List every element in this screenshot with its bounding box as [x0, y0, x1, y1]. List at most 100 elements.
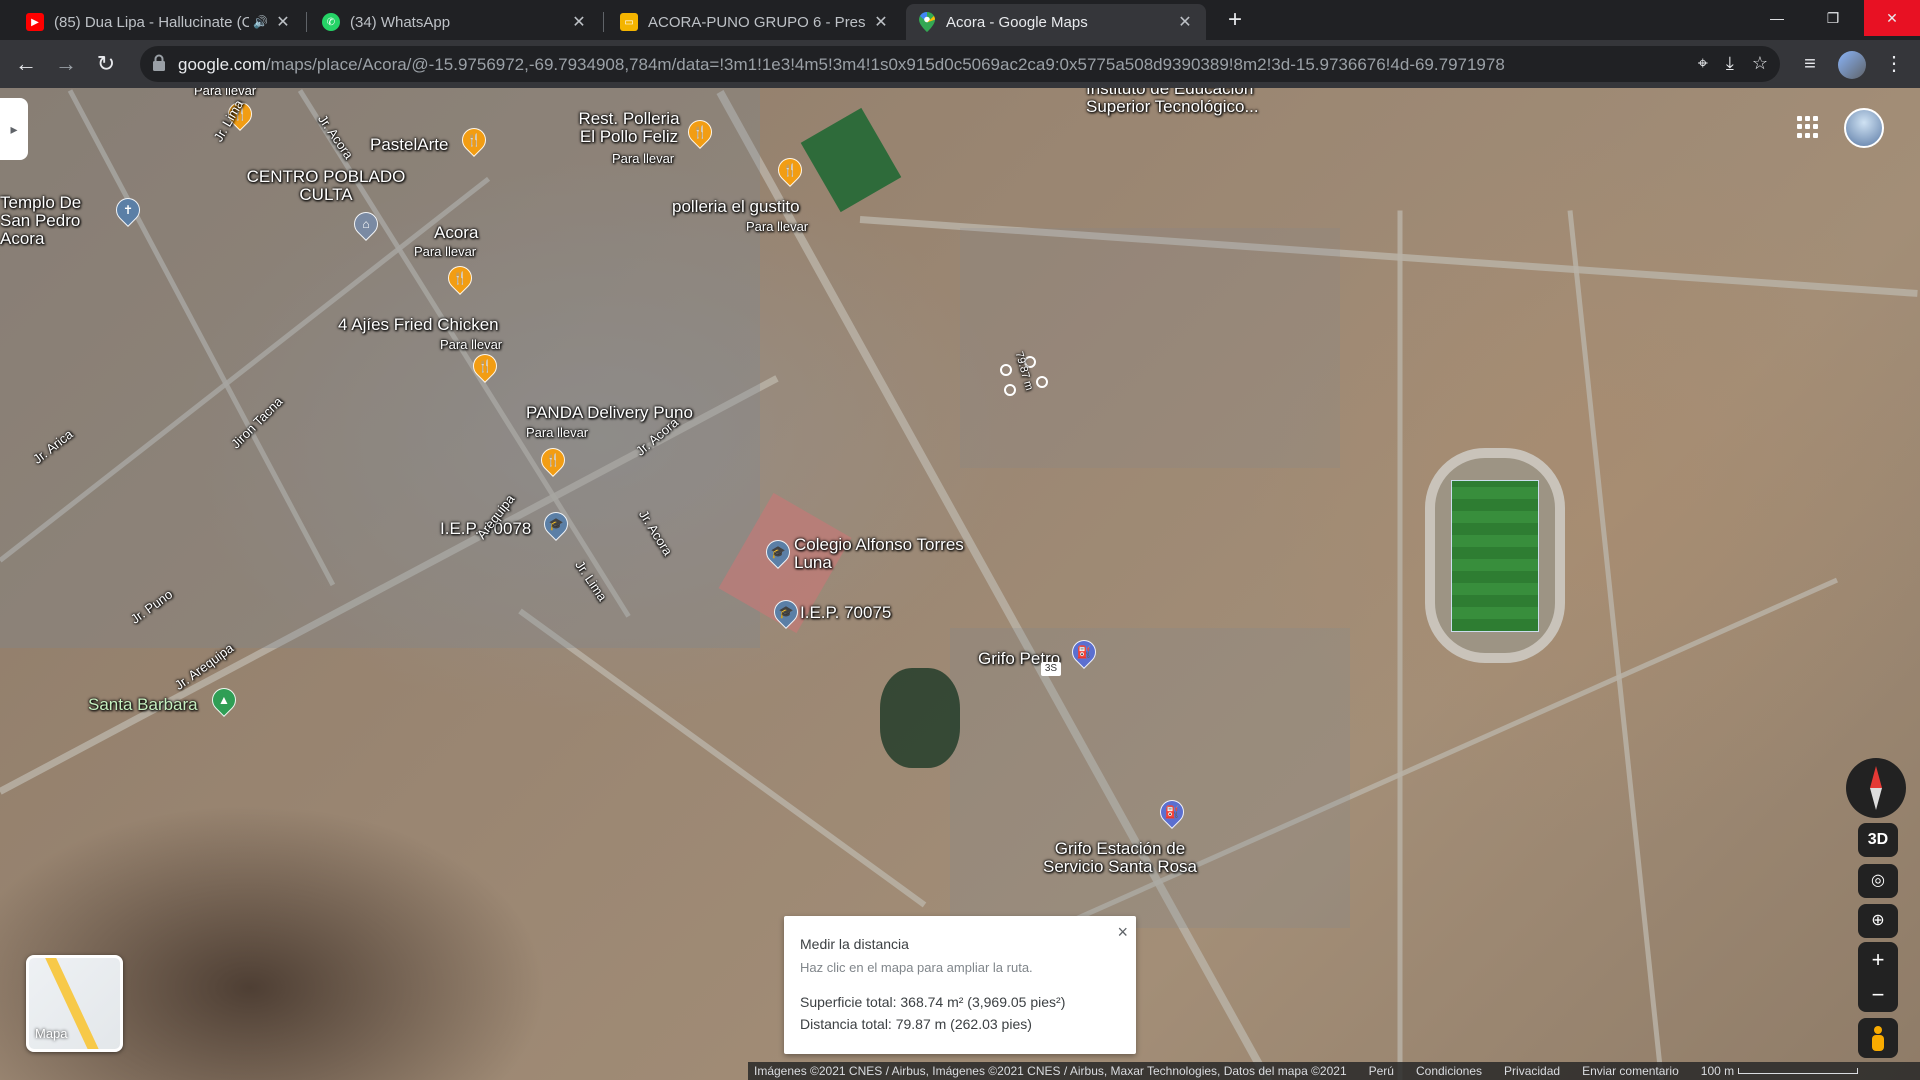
- place-label[interactable]: PastelArte: [370, 136, 448, 154]
- tab-title: (34) WhatsApp: [350, 13, 451, 31]
- back-icon[interactable]: ←: [12, 50, 40, 78]
- measure-hint: Haz clic en el mapa para ampliar la ruta…: [800, 960, 1033, 975]
- browser-toolbar: ← → ↻ google.com/maps/place/Acora/@-15.9…: [0, 40, 1920, 88]
- place-label[interactable]: I.E.P. 70075: [800, 604, 891, 622]
- tree-grove: [880, 668, 960, 768]
- close-window-button[interactable]: ✕: [1864, 0, 1920, 36]
- place-label[interactable]: CENTRO POBLADO CULTA: [246, 168, 406, 204]
- maximize-button[interactable]: ❐: [1810, 0, 1856, 36]
- measure-point[interactable]: [1000, 364, 1012, 376]
- side-panel-toggle[interactable]: ▸: [0, 98, 28, 160]
- road: [518, 608, 927, 908]
- graduation-cap-icon: 🎓: [778, 605, 794, 619]
- place-label[interactable]: polleria el gustito: [672, 198, 800, 216]
- menu-kebab-icon[interactable]: ⋮: [1880, 50, 1908, 78]
- total-distance: Distancia total: 79.87 m (262.03 pies): [800, 1016, 1032, 1032]
- tab-divider: [306, 12, 307, 32]
- map-footer: Imágenes ©2021 CNES / Airbus, Imágenes ©…: [748, 1062, 1920, 1080]
- town-blocks: [960, 228, 1340, 468]
- google-apps-icon[interactable]: [1797, 116, 1819, 138]
- fuel-pump-icon: ⛽: [1076, 645, 1092, 659]
- tab-youtube[interactable]: ▶ (85) Dua Lipa - Hallucinate (C 🔊 ✕: [14, 4, 304, 40]
- road: [1567, 210, 1665, 1080]
- pegman-icon[interactable]: [1858, 1018, 1898, 1058]
- terms-link[interactable]: Condiciones: [1416, 1064, 1482, 1078]
- place-label[interactable]: Templo De San Pedro Acora: [0, 194, 116, 248]
- tab-slides[interactable]: ▭ ACORA-PUNO GRUPO 6 - Presen ✕: [608, 4, 902, 40]
- forward-icon[interactable]: →: [52, 50, 80, 78]
- tab-whatsapp[interactable]: ✆ (34) WhatsApp ✕: [310, 4, 600, 40]
- place-sublabel: Para llevar: [440, 337, 503, 352]
- stadium: [1425, 448, 1565, 663]
- graduation-cap-icon: 🎓: [548, 517, 564, 531]
- measure-distance-card: × Medir la distancia Haz clic en el mapa…: [784, 916, 1136, 1054]
- place-sublabel: Para llevar: [526, 425, 589, 440]
- road: [1397, 210, 1403, 1080]
- place-label[interactable]: 4 Ajíes Fried Chicken: [338, 316, 499, 334]
- park-pin[interactable]: ▲: [207, 683, 241, 717]
- fuel-pump-icon: ⛽: [1164, 805, 1180, 819]
- restaurant-pin[interactable]: 🍴: [773, 153, 807, 187]
- zoom-in-button[interactable]: +: [1858, 942, 1898, 977]
- measure-title: Medir la distancia: [800, 936, 909, 952]
- zoom-out-button[interactable]: −: [1858, 977, 1898, 1012]
- zoom-control: + −: [1858, 942, 1898, 1012]
- reload-icon[interactable]: ↻: [92, 50, 120, 78]
- place-sublabel: Para llevar: [414, 244, 477, 259]
- maps-icon: [918, 12, 936, 32]
- scale-bar[interactable]: 100 m: [1701, 1064, 1859, 1078]
- profile-avatar[interactable]: [1838, 51, 1866, 79]
- soccer-field: [1451, 480, 1539, 632]
- fork-knife-icon: 🍴: [466, 133, 482, 147]
- location-icon[interactable]: ⌖: [1698, 53, 1708, 74]
- town-blocks: [950, 628, 1350, 928]
- tab-divider: [603, 12, 604, 32]
- fork-knife-icon: 🍴: [477, 359, 493, 373]
- lock-icon[interactable]: [152, 54, 166, 72]
- tab-close-icon[interactable]: ✕: [1176, 12, 1194, 32]
- tab-close-icon[interactable]: ✕: [872, 12, 890, 32]
- place-label[interactable]: Colegio Alfonso Torres Luna: [794, 536, 964, 572]
- measure-point[interactable]: [1004, 384, 1016, 396]
- tab-close-icon[interactable]: ✕: [274, 12, 292, 32]
- compass-icon[interactable]: [1846, 758, 1906, 818]
- place-label[interactable]: Acora: [434, 224, 478, 242]
- whatsapp-icon: ✆: [322, 13, 340, 31]
- media-control-icon[interactable]: ≡: [1796, 50, 1824, 78]
- place-label[interactable]: Grifo Estación de Servicio Santa Rosa: [1030, 840, 1210, 876]
- total-area: Superficie total: 368.74 m² (3,969.05 pi…: [800, 994, 1066, 1010]
- place-sublabel: Para llevar: [746, 219, 809, 234]
- sports-field: [800, 107, 902, 213]
- feedback-link[interactable]: Enviar comentario: [1582, 1064, 1679, 1078]
- tab-google-maps[interactable]: Acora - Google Maps ✕: [906, 4, 1206, 40]
- place-label[interactable]: Instituto de Educación Superior Tecnológ…: [1086, 88, 1286, 116]
- building-icon: ⌂: [362, 217, 370, 231]
- map-layer-switcher[interactable]: Mapa: [26, 955, 123, 1052]
- speaker-icon[interactable]: 🔊: [253, 15, 268, 29]
- fork-knife-icon: 🍴: [782, 163, 798, 177]
- tab-strip: ▶ (85) Dua Lipa - Hallucinate (C 🔊 ✕ ✆ (…: [0, 0, 1920, 40]
- address-bar[interactable]: google.com/maps/place/Acora/@-15.9756972…: [140, 46, 1780, 82]
- graduation-cap-icon: 🎓: [770, 545, 786, 559]
- route-shield: 3S: [1041, 662, 1061, 676]
- place-label[interactable]: Santa Barbara: [88, 696, 198, 714]
- close-icon[interactable]: ×: [1117, 922, 1128, 943]
- place-label[interactable]: Rest. Polleria El Pollo Feliz: [574, 110, 684, 146]
- my-location-icon[interactable]: ⊕: [1858, 904, 1898, 938]
- fork-knife-icon: 🍴: [545, 453, 561, 467]
- slides-icon: ▭: [620, 13, 638, 31]
- layer-label: Mapa: [35, 1026, 68, 1041]
- place-label[interactable]: Para llevar: [194, 88, 256, 100]
- minimize-button[interactable]: —: [1754, 0, 1800, 36]
- privacy-link[interactable]: Privacidad: [1504, 1064, 1560, 1078]
- 3d-toggle-button[interactable]: 3D: [1858, 823, 1898, 857]
- tab-close-icon[interactable]: ✕: [570, 12, 588, 32]
- place-sublabel: Para llevar: [612, 151, 675, 166]
- install-icon[interactable]: ⤓: [1726, 53, 1734, 74]
- url-text[interactable]: google.com/maps/place/Acora/@-15.9756972…: [178, 55, 1505, 75]
- new-tab-button[interactable]: +: [1222, 8, 1248, 34]
- bookmark-star-icon[interactable]: ☆: [1752, 53, 1768, 74]
- account-avatar[interactable]: [1844, 108, 1884, 148]
- country-link[interactable]: Perú: [1369, 1064, 1394, 1078]
- globe-icon[interactable]: ◎: [1858, 864, 1898, 898]
